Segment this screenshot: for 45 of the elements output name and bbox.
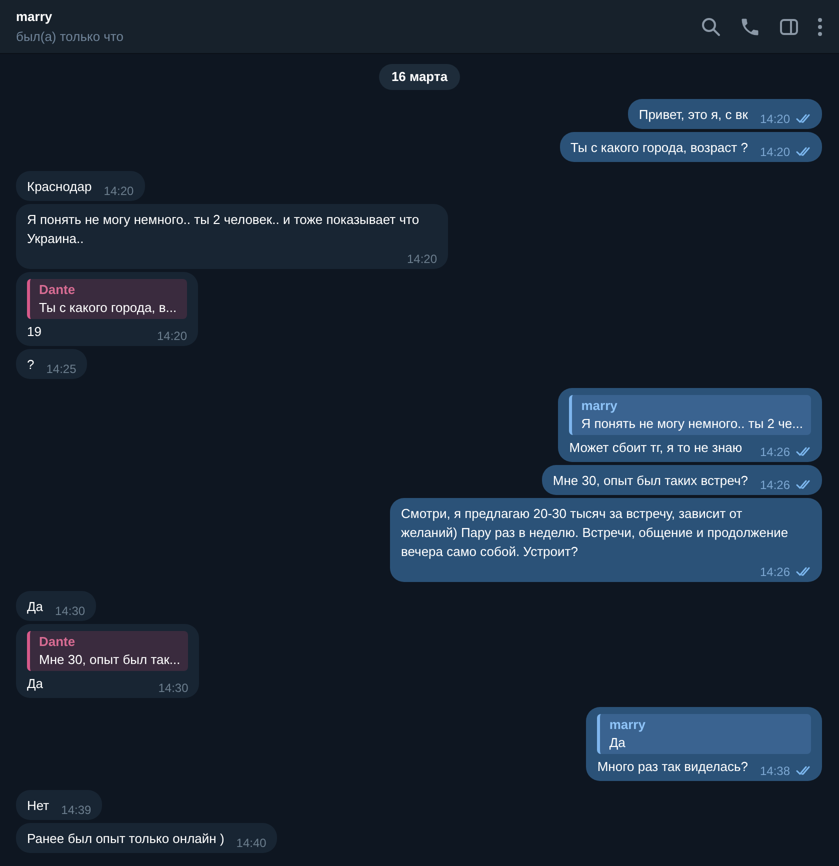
message-text: Я понять не могу немного.. ты 2 человек.. и тоже показывает что Украина.. (27, 210, 420, 248)
message-text: Привет, это я, с вк (638, 106, 748, 124)
message-time: 14:26 (760, 564, 790, 580)
reply-text: Я понять не могу немного.. ты 2 че... (581, 414, 803, 432)
reply-text: Ты с какого города, в... (39, 298, 178, 316)
reply-author: Dante (39, 632, 76, 650)
message-time: 14:20 (104, 182, 134, 198)
reply-author: marry (609, 716, 646, 734)
reply-quote[interactable]: Dante Мне 30, опыт был так... (27, 630, 188, 670)
message-time: 14:30 (55, 602, 86, 618)
reply-author: Dante (39, 280, 76, 298)
message-text: Да (27, 598, 44, 616)
reply-quote[interactable]: Dante Ты с какого города, в... (27, 278, 187, 318)
message-text: Смотри, я предлагаю 20-30 тысяч за встречу, зависит от желаний) Пару раз в неделю. Встречи, общение и продолжение вечера само собой. Устроит? (401, 504, 790, 560)
message-text: Ты с какого города, возраст ? (570, 138, 748, 156)
message-text: Нет (27, 796, 50, 814)
message-time: 14:30 (158, 680, 188, 696)
reply-text: Да (609, 734, 626, 752)
message-text: Мне 30, опыт был таких встреч? (552, 472, 748, 490)
reply-quote[interactable]: marry Да (597, 714, 811, 754)
contact-name: marry (16, 8, 54, 26)
reply-quote[interactable]: marry Я понять не могу немного.. ты 2 че... (569, 394, 811, 434)
message-time: 14:20 (760, 144, 790, 160)
date-badge: 16 марта (379, 64, 460, 90)
message-time: 14:25 (46, 360, 76, 376)
more-icon[interactable] (817, 16, 823, 36)
reply-author: marry (581, 396, 618, 414)
message-text: Много раз так виделась? (597, 758, 748, 776)
message-text: Краснодар (27, 178, 92, 196)
last-seen-status: был(а) только что (16, 28, 124, 46)
message-time: 14:38 (760, 762, 790, 778)
message-text: Ранее был опыт только онлайн ) (27, 830, 224, 848)
message-time: 14:20 (760, 110, 790, 126)
message-text: Да (27, 674, 44, 692)
message-time: 14:20 (406, 250, 437, 266)
message-time: 14:39 (61, 802, 92, 818)
message-time: 14:20 (156, 328, 187, 344)
message-time: 14:40 (236, 834, 266, 850)
message-time: 14:26 (760, 476, 790, 492)
reply-text: Мне 30, опыт был так... (39, 650, 180, 668)
search-icon[interactable] (700, 16, 722, 38)
message-text: 19 (27, 322, 42, 340)
message-time: 14:26 (760, 444, 790, 460)
message-text: Может сбоит тг, я то не знаю (569, 438, 742, 456)
message-text: ? (27, 356, 34, 374)
